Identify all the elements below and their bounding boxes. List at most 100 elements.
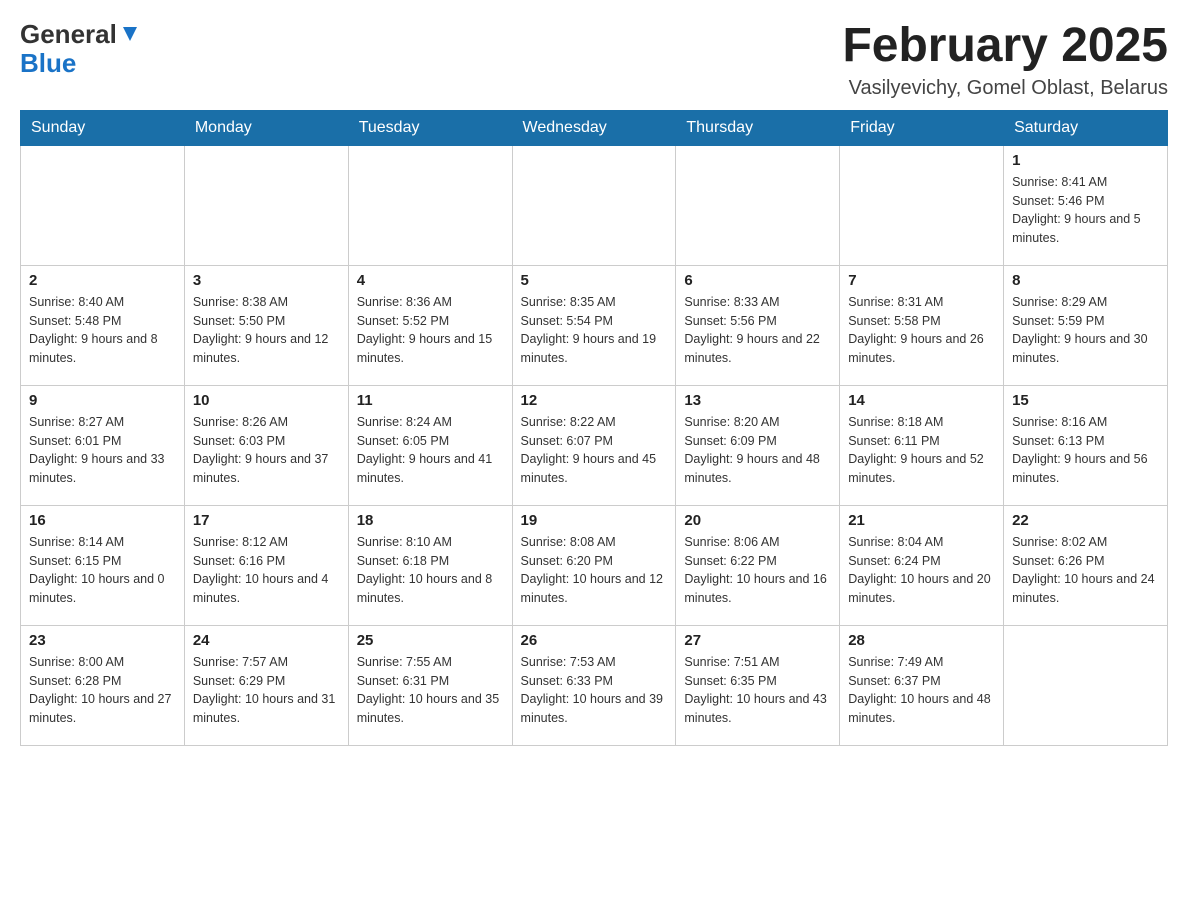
week-row-2: 2 Sunrise: 8:40 AMSunset: 5:48 PMDaylight… xyxy=(21,265,1168,385)
day-info: Sunrise: 8:20 AMSunset: 6:09 PMDaylight:… xyxy=(684,413,831,488)
day-info: Sunrise: 8:04 AMSunset: 6:24 PMDaylight:… xyxy=(848,533,995,608)
day-info: Sunrise: 8:06 AMSunset: 6:22 PMDaylight:… xyxy=(684,533,831,608)
calendar-cell: 10 Sunrise: 8:26 AMSunset: 6:03 PMDayligh… xyxy=(184,385,348,505)
calendar-cell: 19 Sunrise: 8:08 AMSunset: 6:20 PMDayligh… xyxy=(512,505,676,625)
day-info: Sunrise: 7:53 AMSunset: 6:33 PMDaylight:… xyxy=(521,653,668,728)
logo: General Blue xyxy=(20,20,141,77)
calendar-cell xyxy=(512,145,676,265)
calendar-cell: 18 Sunrise: 8:10 AMSunset: 6:18 PMDayligh… xyxy=(348,505,512,625)
day-number: 1 xyxy=(1012,152,1159,169)
calendar-cell: 28 Sunrise: 7:49 AMSunset: 6:37 PMDayligh… xyxy=(840,625,1004,745)
calendar-cell xyxy=(184,145,348,265)
day-info: Sunrise: 7:55 AMSunset: 6:31 PMDaylight:… xyxy=(357,653,504,728)
day-number: 2 xyxy=(29,272,176,289)
day-number: 28 xyxy=(848,632,995,649)
weekday-header-monday: Monday xyxy=(184,110,348,145)
day-number: 22 xyxy=(1012,512,1159,529)
day-info: Sunrise: 8:41 AMSunset: 5:46 PMDaylight:… xyxy=(1012,173,1159,248)
week-row-1: 1 Sunrise: 8:41 AMSunset: 5:46 PMDaylight… xyxy=(21,145,1168,265)
day-number: 24 xyxy=(193,632,340,649)
day-number: 7 xyxy=(848,272,995,289)
calendar-cell: 27Sunrise: 7:51 AMSunset: 6:35 PMDayligh… xyxy=(676,625,840,745)
calendar-cell xyxy=(840,145,1004,265)
calendar-cell: 25Sunrise: 7:55 AMSunset: 6:31 PMDayligh… xyxy=(348,625,512,745)
week-row-4: 16Sunrise: 8:14 AMSunset: 6:15 PMDayligh… xyxy=(21,505,1168,625)
calendar-cell: 16Sunrise: 8:14 AMSunset: 6:15 PMDayligh… xyxy=(21,505,185,625)
day-info: Sunrise: 8:33 AMSunset: 5:56 PMDaylight:… xyxy=(684,293,831,368)
calendar-cell: 4 Sunrise: 8:36 AMSunset: 5:52 PMDaylight… xyxy=(348,265,512,385)
day-info: Sunrise: 8:12 AMSunset: 6:16 PMDaylight:… xyxy=(193,533,340,608)
day-number: 27 xyxy=(684,632,831,649)
weekday-header-sunday: Sunday xyxy=(21,110,185,145)
calendar-cell: 14 Sunrise: 8:18 AMSunset: 6:11 PMDayligh… xyxy=(840,385,1004,505)
day-info: Sunrise: 8:14 AMSunset: 6:15 PMDaylight:… xyxy=(29,533,176,608)
logo-triangle-icon xyxy=(119,25,141,43)
day-number: 17 xyxy=(193,512,340,529)
calendar-cell: 26 Sunrise: 7:53 AMSunset: 6:33 PMDayligh… xyxy=(512,625,676,745)
calendar-cell: 6 Sunrise: 8:33 AMSunset: 5:56 PMDaylight… xyxy=(676,265,840,385)
day-info: Sunrise: 8:26 AMSunset: 6:03 PMDaylight:… xyxy=(193,413,340,488)
day-info: Sunrise: 8:08 AMSunset: 6:20 PMDaylight:… xyxy=(521,533,668,608)
calendar-table: SundayMondayTuesdayWednesdayThursdayFrid… xyxy=(20,110,1168,746)
day-number: 14 xyxy=(848,392,995,409)
day-info: Sunrise: 8:22 AMSunset: 6:07 PMDaylight:… xyxy=(521,413,668,488)
calendar-cell: 20 Sunrise: 8:06 AMSunset: 6:22 PMDayligh… xyxy=(676,505,840,625)
logo-blue-text: Blue xyxy=(20,48,76,78)
calendar-cell: 2 Sunrise: 8:40 AMSunset: 5:48 PMDaylight… xyxy=(21,265,185,385)
calendar-cell: 9 Sunrise: 8:27 AMSunset: 6:01 PMDaylight… xyxy=(21,385,185,505)
day-number: 5 xyxy=(521,272,668,289)
day-info: Sunrise: 8:18 AMSunset: 6:11 PMDaylight:… xyxy=(848,413,995,488)
month-title: February 2025 xyxy=(842,20,1168,73)
day-info: Sunrise: 8:10 AMSunset: 6:18 PMDaylight:… xyxy=(357,533,504,608)
day-number: 18 xyxy=(357,512,504,529)
weekday-header-thursday: Thursday xyxy=(676,110,840,145)
calendar-cell: 8 Sunrise: 8:29 AMSunset: 5:59 PMDaylight… xyxy=(1004,265,1168,385)
day-info: Sunrise: 8:40 AMSunset: 5:48 PMDaylight:… xyxy=(29,293,176,368)
weekday-header-row: SundayMondayTuesdayWednesdayThursdayFrid… xyxy=(21,110,1168,145)
calendar-cell xyxy=(676,145,840,265)
day-number: 19 xyxy=(521,512,668,529)
day-info: Sunrise: 7:57 AMSunset: 6:29 PMDaylight:… xyxy=(193,653,340,728)
calendar-cell: 5Sunrise: 8:35 AMSunset: 5:54 PMDaylight… xyxy=(512,265,676,385)
calendar-cell xyxy=(21,145,185,265)
calendar-cell: 24 Sunrise: 7:57 AMSunset: 6:29 PMDayligh… xyxy=(184,625,348,745)
day-info: Sunrise: 8:16 AMSunset: 6:13 PMDaylight:… xyxy=(1012,413,1159,488)
day-number: 10 xyxy=(193,392,340,409)
calendar-cell: 3Sunrise: 8:38 AMSunset: 5:50 PMDaylight… xyxy=(184,265,348,385)
weekday-header-friday: Friday xyxy=(840,110,1004,145)
weekday-header-saturday: Saturday xyxy=(1004,110,1168,145)
day-info: Sunrise: 7:49 AMSunset: 6:37 PMDaylight:… xyxy=(848,653,995,728)
day-number: 20 xyxy=(684,512,831,529)
day-number: 26 xyxy=(521,632,668,649)
location-text: Vasilyevichy, Gomel Oblast, Belarus xyxy=(842,77,1168,100)
day-info: Sunrise: 8:24 AMSunset: 6:05 PMDaylight:… xyxy=(357,413,504,488)
week-row-5: 23 Sunrise: 8:00 AMSunset: 6:28 PMDayligh… xyxy=(21,625,1168,745)
title-block: February 2025 Vasilyevichy, Gomel Oblast… xyxy=(842,20,1168,100)
day-number: 3 xyxy=(193,272,340,289)
calendar-cell xyxy=(1004,625,1168,745)
calendar-cell: 12Sunrise: 8:22 AMSunset: 6:07 PMDayligh… xyxy=(512,385,676,505)
day-info: Sunrise: 8:36 AMSunset: 5:52 PMDaylight:… xyxy=(357,293,504,368)
calendar-cell: 23 Sunrise: 8:00 AMSunset: 6:28 PMDayligh… xyxy=(21,625,185,745)
day-number: 4 xyxy=(357,272,504,289)
day-info: Sunrise: 8:27 AMSunset: 6:01 PMDaylight:… xyxy=(29,413,176,488)
day-info: Sunrise: 8:29 AMSunset: 5:59 PMDaylight:… xyxy=(1012,293,1159,368)
calendar-cell: 17 Sunrise: 8:12 AMSunset: 6:16 PMDayligh… xyxy=(184,505,348,625)
day-number: 23 xyxy=(29,632,176,649)
day-number: 6 xyxy=(684,272,831,289)
day-number: 11 xyxy=(357,392,504,409)
calendar-cell: 15Sunrise: 8:16 AMSunset: 6:13 PMDayligh… xyxy=(1004,385,1168,505)
logo-general-text: General xyxy=(20,20,117,49)
day-info: Sunrise: 8:00 AMSunset: 6:28 PMDaylight:… xyxy=(29,653,176,728)
calendar-cell: 21 Sunrise: 8:04 AMSunset: 6:24 PMDayligh… xyxy=(840,505,1004,625)
calendar-cell: 11 Sunrise: 8:24 AMSunset: 6:05 PMDayligh… xyxy=(348,385,512,505)
calendar-cell: 13 Sunrise: 8:20 AMSunset: 6:09 PMDayligh… xyxy=(676,385,840,505)
day-number: 8 xyxy=(1012,272,1159,289)
day-number: 9 xyxy=(29,392,176,409)
day-info: Sunrise: 8:02 AMSunset: 6:26 PMDaylight:… xyxy=(1012,533,1159,608)
day-number: 21 xyxy=(848,512,995,529)
week-row-3: 9 Sunrise: 8:27 AMSunset: 6:01 PMDaylight… xyxy=(21,385,1168,505)
day-number: 13 xyxy=(684,392,831,409)
calendar-cell: 1 Sunrise: 8:41 AMSunset: 5:46 PMDaylight… xyxy=(1004,145,1168,265)
calendar-cell: 7Sunrise: 8:31 AMSunset: 5:58 PMDaylight… xyxy=(840,265,1004,385)
